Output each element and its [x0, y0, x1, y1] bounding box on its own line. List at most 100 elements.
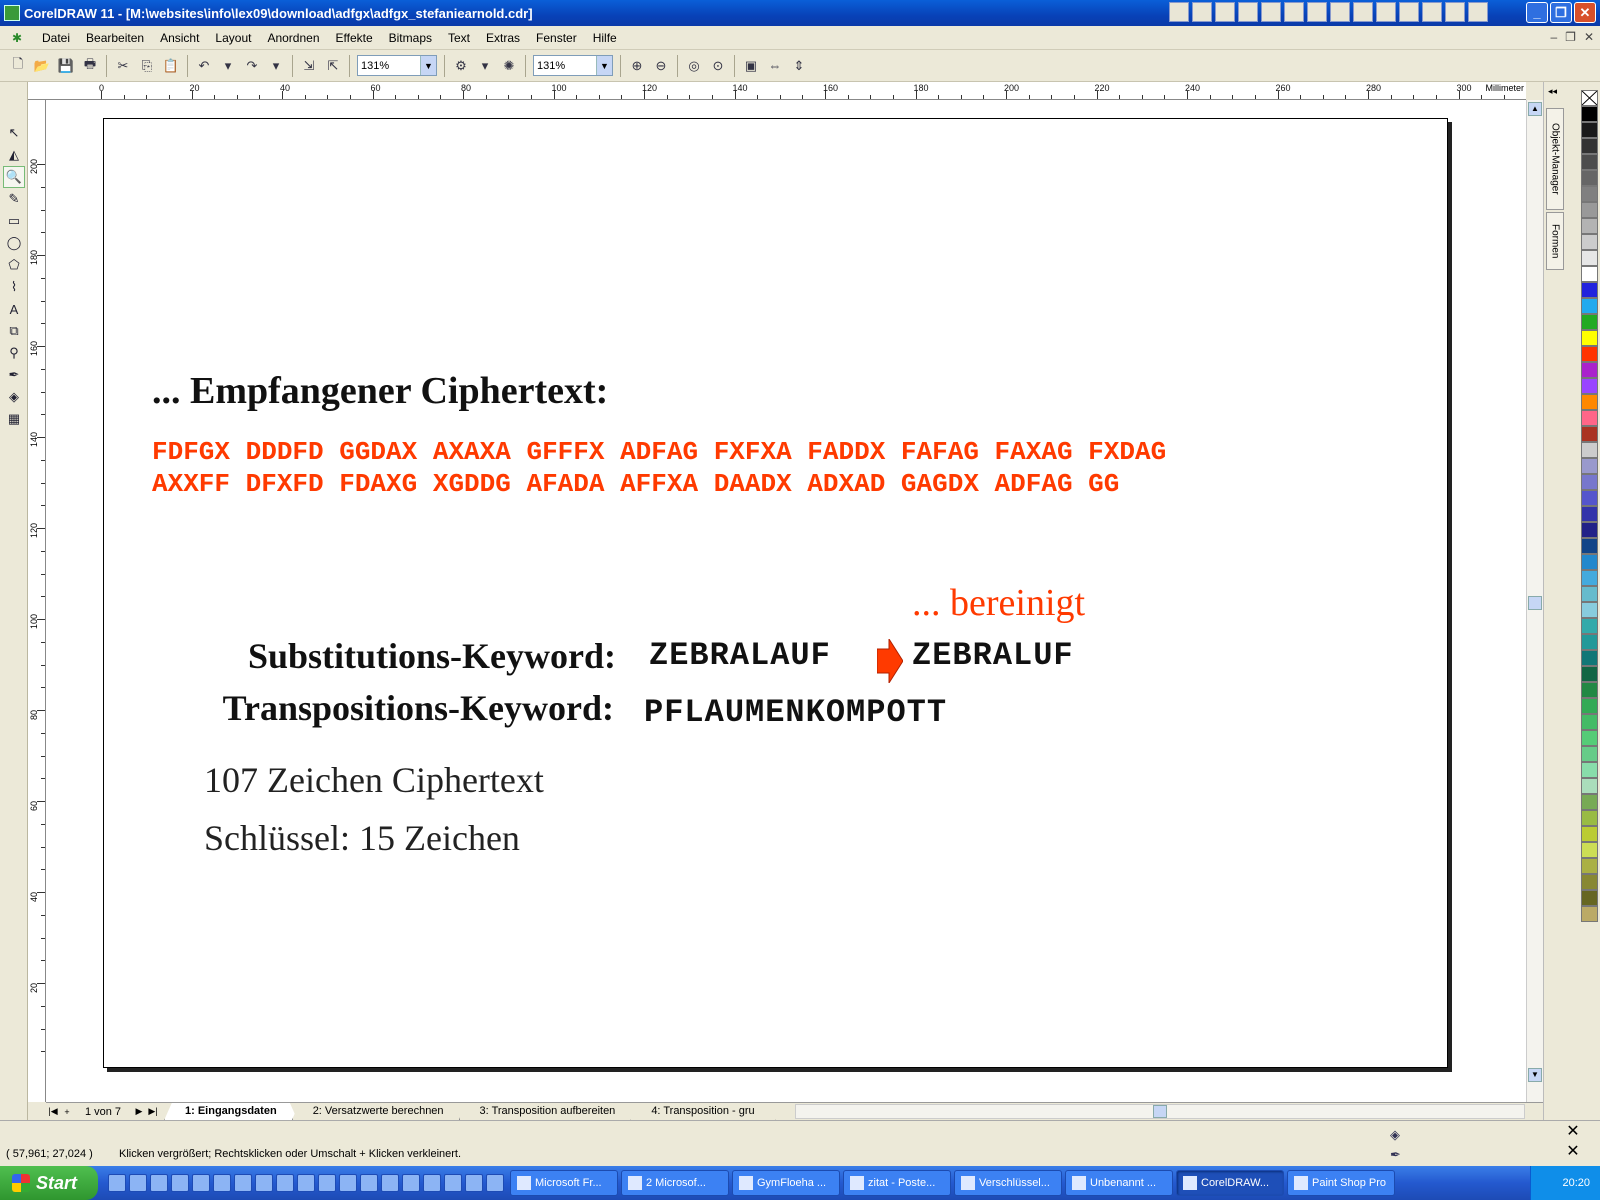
color-swatch[interactable] — [1581, 778, 1598, 794]
text-tool-icon[interactable]: A — [3, 298, 25, 320]
open-icon[interactable]: 📂 — [31, 55, 53, 77]
new-document-icon[interactable]: 🗋 — [7, 55, 29, 77]
quicklaunch-app-icon[interactable] — [360, 1174, 378, 1192]
quicklaunch-app-icon[interactable] — [339, 1174, 357, 1192]
color-swatch[interactable] — [1581, 154, 1598, 170]
color-swatch[interactable] — [1581, 618, 1598, 634]
horizontal-scroll-thumb[interactable] — [1153, 1105, 1167, 1118]
color-swatch[interactable] — [1581, 138, 1598, 154]
color-swatch[interactable] — [1581, 490, 1598, 506]
corel-online-icon[interactable]: ✺ — [498, 55, 520, 77]
color-swatch[interactable] — [1581, 714, 1598, 730]
outline-tool-icon[interactable]: ✒ — [3, 364, 25, 386]
color-swatch[interactable] — [1581, 858, 1598, 874]
color-swatch[interactable] — [1581, 538, 1598, 554]
tray-app-icon[interactable] — [1192, 2, 1212, 22]
zoom-out-icon[interactable]: ⊖ — [650, 55, 672, 77]
copy-icon[interactable]: ⎘ — [136, 55, 158, 77]
key-length-info[interactable]: Schlüssel: 15 Zeichen — [204, 817, 520, 859]
menu-anordnen[interactable]: Anordnen — [259, 31, 327, 45]
color-swatch[interactable] — [1581, 522, 1598, 538]
quicklaunch-app-icon[interactable] — [255, 1174, 273, 1192]
clock[interactable]: 20:20 — [1562, 1177, 1590, 1189]
color-swatch[interactable] — [1581, 842, 1598, 858]
redo-dropdown-icon[interactable]: ▾ — [265, 55, 287, 77]
import-icon[interactable]: ⇲ — [298, 55, 320, 77]
tray-app-icon[interactable] — [1399, 2, 1419, 22]
menu-ansicht[interactable]: Ansicht — [152, 31, 207, 45]
last-page-icon[interactable]: ▶| — [146, 1106, 160, 1117]
color-swatch[interactable] — [1581, 250, 1598, 266]
minimize-button[interactable]: _ — [1526, 2, 1548, 23]
start-button[interactable]: Start — [0, 1166, 98, 1200]
color-swatch[interactable] — [1581, 442, 1598, 458]
undo-dropdown-icon[interactable]: ▾ — [217, 55, 239, 77]
color-swatch[interactable] — [1581, 906, 1598, 922]
color-swatch[interactable] — [1581, 122, 1598, 138]
right-arrow-icon[interactable] — [877, 639, 903, 683]
quicklaunch-app-icon[interactable] — [318, 1174, 336, 1192]
export-icon[interactable]: ⇱ — [322, 55, 344, 77]
color-swatch[interactable] — [1581, 362, 1598, 378]
ciphertext-heading[interactable]: ... Empfangener Ciphertext: — [152, 369, 608, 413]
task-coreldraw[interactable]: CorelDRAW... — [1176, 1170, 1284, 1196]
color-swatch[interactable] — [1581, 202, 1598, 218]
transposition-keyword-label[interactable]: Transpositions-Keyword: — [144, 687, 614, 729]
save-icon[interactable]: 💾 — [55, 55, 77, 77]
tray-app-icon[interactable] — [1445, 2, 1465, 22]
tray-app-icon[interactable] — [1284, 2, 1304, 22]
eyedropper-tool-icon[interactable]: ⚲ — [3, 342, 25, 364]
tray-app-icon[interactable] — [1307, 2, 1327, 22]
tray-app-icon[interactable] — [1330, 2, 1350, 22]
task-unbenannt[interactable]: Unbenannt ... — [1065, 1170, 1173, 1196]
color-swatch[interactable] — [1581, 794, 1598, 810]
zoom-to-selected-icon[interactable]: ◎ — [683, 55, 705, 77]
color-swatch[interactable] — [1581, 346, 1598, 362]
ciphertext-length-info[interactable]: 107 Zeichen Ciphertext — [204, 759, 544, 801]
add-page-icon[interactable]: + — [60, 1107, 74, 1117]
no-color-swatch[interactable] — [1581, 90, 1598, 106]
color-swatch[interactable] — [1581, 458, 1598, 474]
task-microsoft-word[interactable]: 2 Microsof... — [621, 1170, 729, 1196]
cleaned-note[interactable]: ... bereinigt — [912, 581, 1085, 625]
ciphertext-line-2[interactable]: AXXFF DFXFD FDAXG XGDDG AFADA AFFXA DAAD… — [152, 469, 1119, 499]
color-swatch[interactable] — [1581, 810, 1598, 826]
horizontal-ruler[interactable]: Millimeter 0 20 40 60 80 100 120 140 160 180 200 22… — [28, 82, 1526, 100]
color-swatch[interactable] — [1581, 234, 1598, 250]
substitution-keyword-cleaned[interactable]: ZEBRALUF — [912, 637, 1074, 674]
basic-shapes-tool-icon[interactable]: ⌇ — [3, 276, 25, 298]
zoom-tool-icon[interactable]: 🔍 — [3, 166, 25, 188]
color-swatch[interactable] — [1581, 314, 1598, 330]
redo-icon[interactable]: ↷ — [241, 55, 263, 77]
color-swatch[interactable] — [1581, 890, 1598, 906]
print-icon[interactable]: 🖶 — [79, 55, 101, 77]
substitution-keyword-label[interactable]: Substitutions-Keyword: — [146, 635, 616, 677]
color-swatch[interactable] — [1581, 170, 1598, 186]
task-verschluesselung[interactable]: Verschlüssel... — [954, 1170, 1062, 1196]
vertical-ruler[interactable]: 200 180 160 140 120 100 80 60 40 20 — [28, 100, 46, 1102]
cut-icon[interactable]: ✂ — [112, 55, 134, 77]
task-zitat-posteingang[interactable]: zitat - Poste... — [843, 1170, 951, 1196]
horizontal-scrollbar[interactable] — [795, 1104, 1525, 1119]
color-swatch[interactable] — [1581, 394, 1598, 410]
vertical-scrollbar[interactable]: ▲ ▼ — [1526, 100, 1543, 1102]
fill-indicator-icon[interactable]: ◈ — [1390, 1127, 1406, 1143]
color-swatch[interactable] — [1581, 282, 1598, 298]
color-swatch[interactable] — [1581, 666, 1598, 682]
color-swatch[interactable] — [1581, 298, 1598, 314]
rectangle-tool-icon[interactable]: ▭ — [3, 210, 25, 232]
color-swatch[interactable] — [1581, 730, 1598, 746]
quicklaunch-app-icon[interactable] — [213, 1174, 231, 1192]
menu-effekte[interactable]: Effekte — [328, 31, 381, 45]
color-swatch[interactable] — [1581, 106, 1598, 122]
application-launcher-icon[interactable]: ⚙ — [450, 55, 472, 77]
interactive-blend-tool-icon[interactable]: ⧉ — [3, 320, 25, 342]
tray-app-icon[interactable] — [1261, 2, 1281, 22]
substitution-keyword-value[interactable]: ZEBRALAUF — [649, 637, 831, 674]
pick-tool-icon[interactable]: ↖ — [3, 122, 25, 144]
menu-fenster[interactable]: Fenster — [528, 31, 585, 45]
tray-app-icon[interactable] — [1376, 2, 1396, 22]
interactive-fill-tool-icon[interactable]: ▦ — [3, 408, 25, 430]
paste-icon[interactable]: 📋 — [160, 55, 182, 77]
first-page-icon[interactable]: |◀ — [46, 1106, 60, 1117]
